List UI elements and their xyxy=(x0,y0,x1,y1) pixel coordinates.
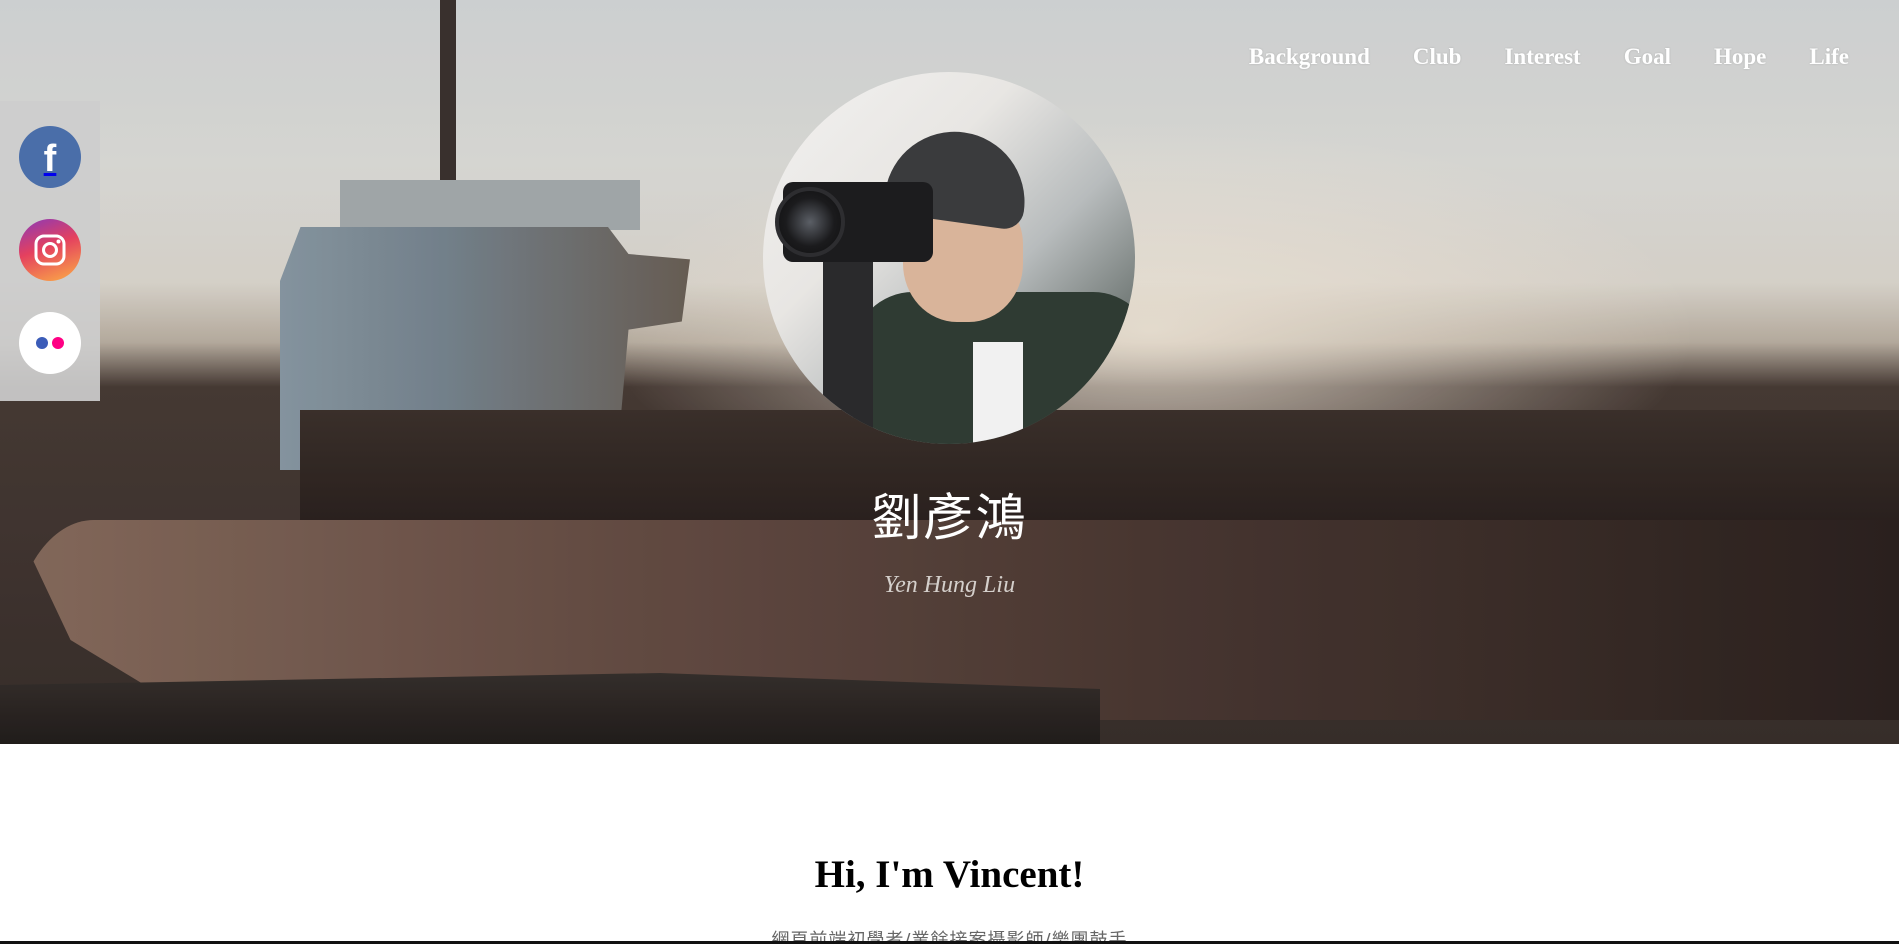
avatar-camera-lens xyxy=(775,187,845,257)
nav-link-hope[interactable]: Hope xyxy=(1714,44,1766,70)
main-nav: Background Club Interest Goal Hope Life xyxy=(1249,44,1849,70)
nav-link-background[interactable]: Background xyxy=(1249,44,1370,70)
hero-banner: Background Club Interest Goal Hope Life … xyxy=(0,0,1899,744)
flickr-icon[interactable] xyxy=(19,312,81,374)
facebook-icon[interactable]: f xyxy=(19,126,81,188)
nav-link-life[interactable]: Life xyxy=(1809,44,1849,70)
flickr-pink-dot xyxy=(52,337,64,349)
avatar-tripod xyxy=(823,262,873,444)
profile-name: 劉彥鴻 xyxy=(871,489,1028,547)
instagram-icon[interactable] xyxy=(19,219,81,281)
flickr-blue-dot xyxy=(36,337,48,349)
profile-name-english: Yen Hung Liu xyxy=(883,572,1016,598)
intro-greeting: Hi, I'm Vincent! xyxy=(814,853,1085,896)
avatar-shirt xyxy=(973,342,1023,444)
nav-link-goal[interactable]: Goal xyxy=(1624,44,1671,70)
nav-link-interest[interactable]: Interest xyxy=(1504,44,1580,70)
instagram-glyph xyxy=(34,234,66,266)
social-sidebar: f xyxy=(0,101,100,401)
facebook-glyph: f xyxy=(43,138,57,180)
profile-avatar xyxy=(763,72,1135,444)
nav-link-club[interactable]: Club xyxy=(1413,44,1462,70)
